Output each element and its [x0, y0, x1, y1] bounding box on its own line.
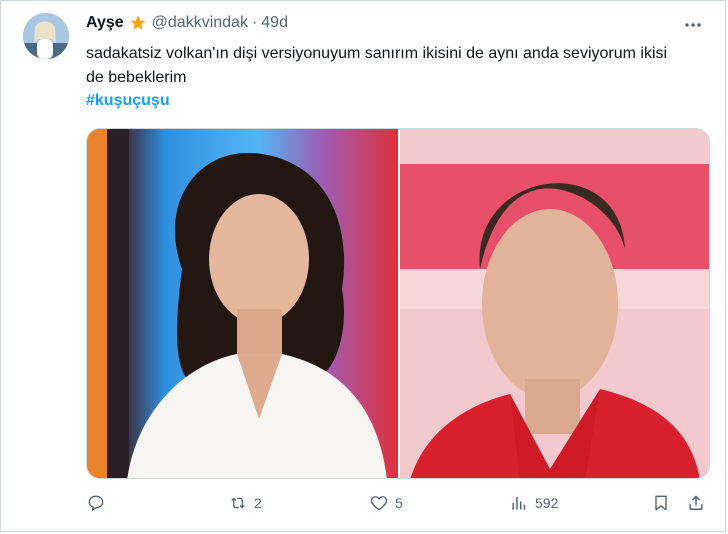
tweet-media[interactable]	[86, 128, 710, 479]
author-name[interactable]: Ayşe	[86, 13, 124, 33]
bookmark-icon	[655, 495, 667, 511]
tweet-header: Ayşe @dakkvindak · 49d	[86, 13, 288, 33]
views-icon	[512, 497, 526, 510]
retweet-count: 2	[254, 495, 262, 511]
avatar[interactable]	[23, 13, 69, 59]
hashtag-link[interactable]: #kuşuçuşu	[86, 90, 170, 112]
share-icon	[689, 495, 703, 510]
more-icon[interactable]	[683, 15, 703, 35]
tweet-text: sadakatsiz volkan'ın dişi versiyonuyum s…	[86, 45, 668, 86]
retweet-button[interactable]: 2	[228, 493, 262, 513]
timestamp[interactable]: 49d	[261, 13, 288, 33]
reply-button[interactable]	[86, 493, 112, 513]
bookmark-button[interactable]	[651, 493, 671, 513]
views-button[interactable]: 592	[509, 493, 558, 513]
reply-icon	[88, 495, 104, 512]
photo-right[interactable]	[400, 129, 709, 478]
like-icon	[370, 496, 388, 511]
separator-dot: ·	[251, 14, 258, 31]
photo-left[interactable]	[87, 129, 398, 478]
share-button[interactable]	[686, 493, 706, 513]
view-count: 592	[535, 495, 559, 511]
verified-star-icon	[129, 14, 147, 32]
author-handle[interactable]: @dakkvindak	[152, 13, 248, 33]
action-bar: 2 5 592	[86, 493, 714, 519]
retweet-icon	[231, 497, 245, 509]
like-button[interactable]: 5	[369, 493, 403, 513]
tweet-card[interactable]: Ayşe @dakkvindak · 49d sadakatsiz volkan…	[0, 0, 726, 532]
like-count: 5	[395, 495, 403, 511]
